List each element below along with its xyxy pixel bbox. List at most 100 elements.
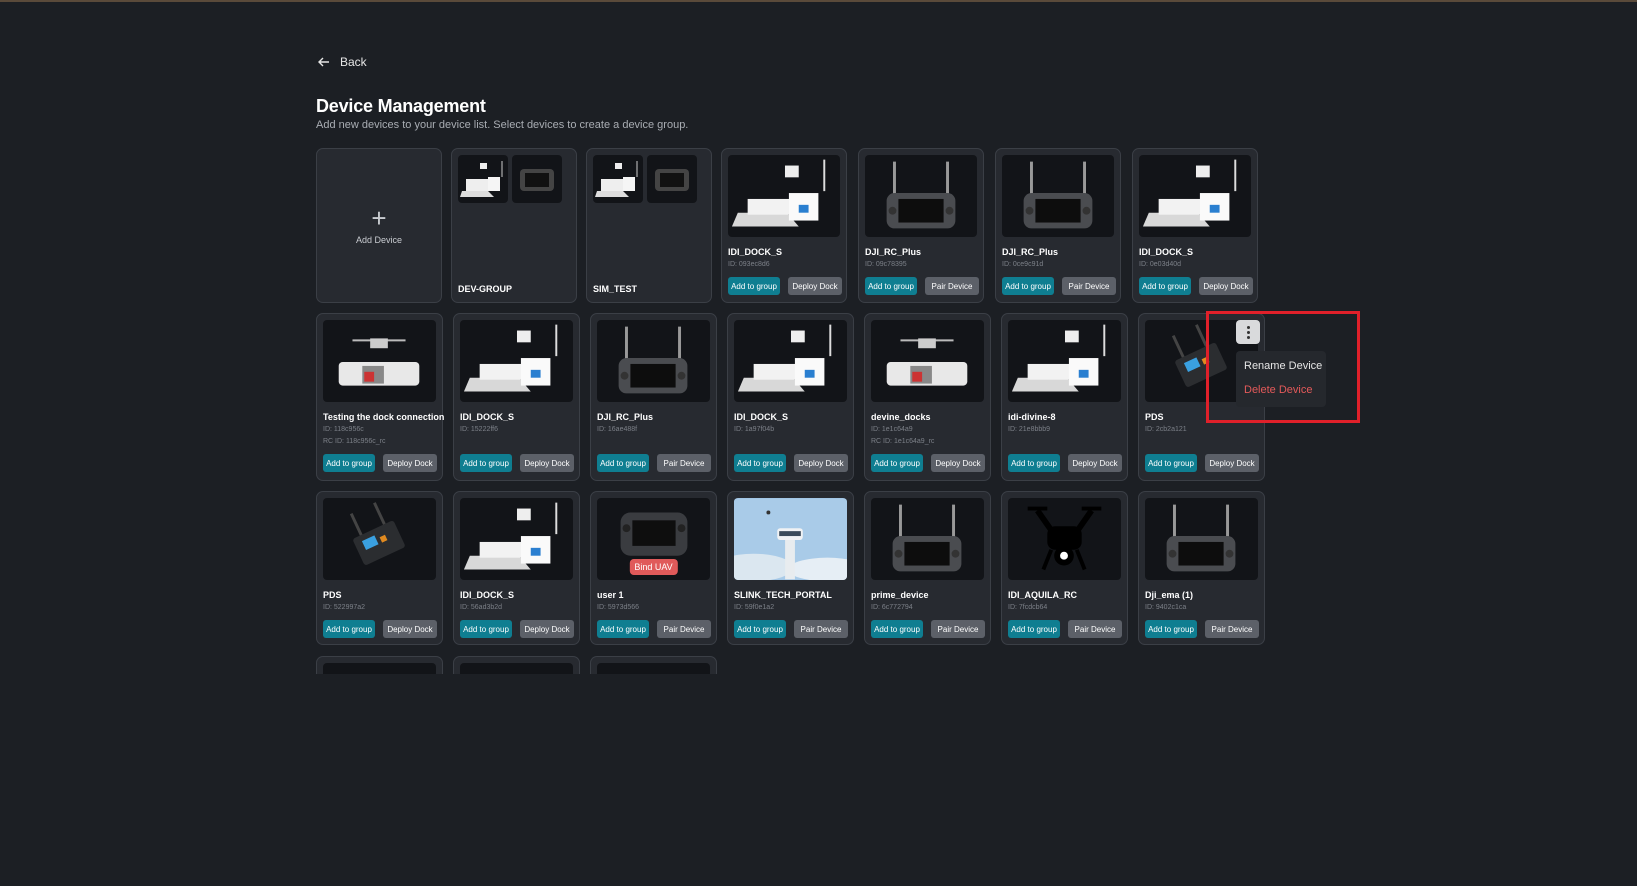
add-to-group-button[interactable]: Add to group xyxy=(1145,620,1197,638)
dock-icon xyxy=(458,155,508,203)
group-card-sim-test[interactable]: SIM_TEST xyxy=(586,148,712,303)
pair-device-button[interactable]: Pair Device xyxy=(794,620,848,638)
device-card[interactable]: DJI_RC_Plus ID: 09c78395 Add to group Pa… xyxy=(858,148,984,303)
device-card[interactable]: prime_device ID: 6c772794 Add to group P… xyxy=(864,491,991,645)
group-card-dev-group[interactable]: DEV-GROUP xyxy=(451,148,577,303)
deploy-dock-button[interactable]: Deploy Dock xyxy=(383,620,437,638)
dock-icon xyxy=(1008,320,1121,402)
add-to-group-button[interactable]: Add to group xyxy=(1008,454,1060,472)
deploy-dock-button[interactable]: Deploy Dock xyxy=(1068,454,1122,472)
deploy-dock-button[interactable]: Deploy Dock xyxy=(1199,277,1253,295)
device-card[interactable]: SLINK_TECH_PORTAL ID: 59f0e1a2 Add to gr… xyxy=(727,491,854,645)
add-to-group-button[interactable]: Add to group xyxy=(871,620,923,638)
more-options-button[interactable] xyxy=(1236,320,1260,344)
device-card[interactable]: IDI_DOCK_S ID: 1a97f04b Add to group Dep… xyxy=(727,313,854,481)
device-card[interactable]: IDI_DOCK_S ID: 0e03d40d Add to group Dep… xyxy=(1132,148,1258,303)
device-card[interactable]: Bind UAV user 1 ID: 5973d566 Add to grou… xyxy=(590,491,717,645)
device-name: IDI_DOCK_S xyxy=(734,412,789,422)
device-id: ID: 1a97f04b xyxy=(734,426,775,433)
add-to-group-button[interactable]: Add to group xyxy=(728,277,780,295)
add-to-group-button[interactable]: Add to group xyxy=(865,277,917,295)
deploy-dock-button[interactable]: Deploy Dock xyxy=(931,454,985,472)
dock-icon xyxy=(1139,155,1251,237)
device-name: IDI_DOCK_S xyxy=(460,590,515,600)
back-button[interactable]: Back xyxy=(317,55,367,69)
pair-device-button[interactable]: Pair Device xyxy=(1205,620,1259,638)
device-card[interactable]: IDI_DOCK_S ID: 15222ff6 Add to group Dep… xyxy=(453,313,580,481)
pair-device-button[interactable]: Pair Device xyxy=(931,620,985,638)
device-id: ID: 5973d566 xyxy=(597,604,640,611)
device-card-partial[interactable] xyxy=(590,656,717,674)
delete-device-menu-item[interactable]: Delete Device xyxy=(1244,384,1312,396)
dock-icon xyxy=(593,155,643,203)
device-id: ID: 7fcdcb64 xyxy=(1008,604,1048,611)
controller-icon xyxy=(1145,498,1258,580)
add-device-card[interactable]: + Add Device xyxy=(316,148,442,303)
window-top-border xyxy=(0,0,1637,2)
rc-id: RC ID: 1e1c64a9_rc xyxy=(871,438,935,445)
deploy-dock-button[interactable]: Deploy Dock xyxy=(794,454,848,472)
group-name: DEV-GROUP xyxy=(458,284,513,294)
device-card[interactable]: idi-divine-8 ID: 21e8bbb9 Add to group D… xyxy=(1001,313,1128,481)
device-name: IDI_DOCK_S xyxy=(460,412,515,422)
device-id: ID: 093ec8d6 xyxy=(728,261,770,268)
device-name: IDI_DOCK_S xyxy=(1139,247,1194,257)
device-card[interactable]: IDI_AQUILA_RC ID: 7fcdcb64 Add to group … xyxy=(1001,491,1128,645)
more-vertical-icon xyxy=(1246,325,1250,340)
device-name: PDS xyxy=(1145,412,1164,422)
add-device-label: Add Device xyxy=(355,234,403,245)
pair-device-button[interactable]: Pair Device xyxy=(1068,620,1122,638)
rename-device-menu-item[interactable]: Rename Device xyxy=(1244,360,1322,372)
pair-device-button[interactable]: Pair Device xyxy=(657,454,711,472)
deploy-dock-button[interactable]: Deploy Dock xyxy=(520,620,574,638)
device-card[interactable]: DJI_RC_Plus ID: 0ce9c91d Add to group Pa… xyxy=(995,148,1121,303)
device-id: ID: 21e8bbb9 xyxy=(1008,426,1051,433)
device-thumbnail xyxy=(323,663,436,674)
add-to-group-button[interactable]: Add to group xyxy=(323,620,375,638)
add-to-group-button[interactable]: Add to group xyxy=(323,454,375,472)
group-name: SIM_TEST xyxy=(593,284,638,294)
add-to-group-button[interactable]: Add to group xyxy=(1008,620,1060,638)
device-card[interactable]: devine_docks ID: 1e1c64a9 RC ID: 1e1c64a… xyxy=(864,313,991,481)
pair-device-button[interactable]: Pair Device xyxy=(657,620,711,638)
add-to-group-button[interactable]: Add to group xyxy=(1139,277,1191,295)
pair-device-button[interactable]: Pair Device xyxy=(1062,277,1116,295)
bind-uav-button[interactable]: Bind UAV xyxy=(629,559,678,575)
page-title: Device Management xyxy=(316,96,486,116)
device-card[interactable]: PDS ID: 522997a2 Add to group Deploy Doc… xyxy=(316,491,443,645)
add-to-group-button[interactable]: Add to group xyxy=(734,620,786,638)
arrow-left-icon xyxy=(318,57,329,67)
device-card[interactable]: DJI_RC_Plus ID: 16ae488f Add to group Pa… xyxy=(590,313,717,481)
add-to-group-button[interactable]: Add to group xyxy=(460,620,512,638)
device-card[interactable]: IDI_DOCK_S ID: 093ec8d6 Add to group Dep… xyxy=(721,148,847,303)
add-to-group-button[interactable]: Add to group xyxy=(734,454,786,472)
controller-icon xyxy=(512,155,562,203)
add-to-group-button[interactable]: Add to group xyxy=(597,454,649,472)
deploy-dock-button[interactable]: Deploy Dock xyxy=(1205,454,1259,472)
device-card[interactable]: Testing the dock connection ID: 118c956c… xyxy=(316,313,444,481)
deploy-dock-button[interactable]: Deploy Dock xyxy=(383,454,437,472)
device-name: prime_device xyxy=(871,590,929,600)
device-card[interactable]: IDI_DOCK_S ID: 56ad3b2d Add to group Dep… xyxy=(453,491,580,645)
add-to-group-button[interactable]: Add to group xyxy=(871,454,923,472)
device-id: ID: 09c78395 xyxy=(865,261,907,268)
add-to-group-button[interactable]: Add to group xyxy=(1145,454,1197,472)
device-name: SLINK_TECH_PORTAL xyxy=(734,590,832,600)
dock-icon xyxy=(728,155,840,237)
drone-icon xyxy=(1008,498,1121,580)
add-to-group-button[interactable]: Add to group xyxy=(460,454,512,472)
device-card-partial[interactable] xyxy=(453,656,580,674)
device-id: ID: 56ad3b2d xyxy=(460,604,503,611)
deploy-dock-button[interactable]: Deploy Dock xyxy=(788,277,842,295)
device-id: ID: 0ce9c91d xyxy=(1002,261,1044,268)
add-to-group-button[interactable]: Add to group xyxy=(1002,277,1054,295)
deploy-dock-button[interactable]: Deploy Dock xyxy=(520,454,574,472)
add-to-group-button[interactable]: Add to group xyxy=(597,620,649,638)
pair-device-button[interactable]: Pair Device xyxy=(925,277,979,295)
dock-icon xyxy=(734,320,847,402)
device-card-partial[interactable] xyxy=(316,656,443,674)
device-id: ID: 2cb2a121 xyxy=(1145,426,1187,433)
device-id: ID: 6c772794 xyxy=(871,604,913,611)
device-card[interactable]: Dji_ema (1) ID: 9402c1ca Add to group Pa… xyxy=(1138,491,1265,645)
device-thumbnail xyxy=(597,663,710,674)
